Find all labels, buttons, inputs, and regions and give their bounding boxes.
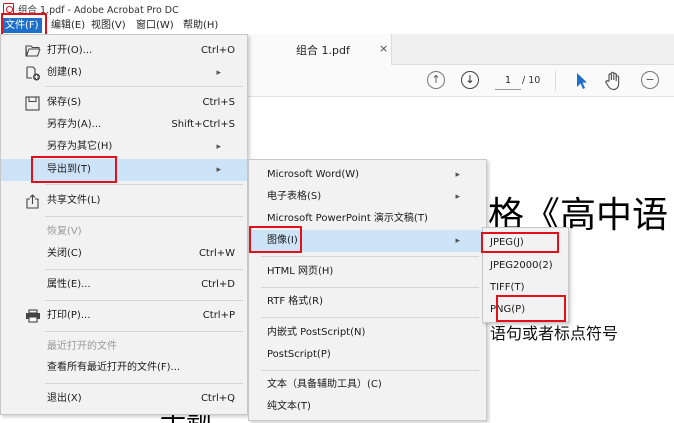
menu-item-export-postscript[interactable]: PostScript(P) bbox=[249, 344, 486, 366]
menu-item-print[interactable]: 打印(P)... Ctrl+P bbox=[1, 305, 247, 327]
menu-separator bbox=[45, 86, 243, 87]
menu-edit[interactable]: 编辑(E) bbox=[48, 18, 88, 33]
menu-separator bbox=[45, 269, 243, 270]
menu-item-share[interactable]: 共享文件(L) bbox=[1, 190, 247, 212]
submenu-arrow-icon: ▸ bbox=[455, 236, 460, 246]
hand-tool-icon[interactable] bbox=[604, 71, 622, 91]
document-tab[interactable]: 组合 1.pdf × bbox=[248, 34, 392, 65]
zoom-out-icon[interactable]: − bbox=[641, 71, 659, 89]
menu-separator bbox=[45, 216, 243, 217]
share-icon bbox=[25, 194, 39, 209]
menu-bar: 文件(F) 编辑(E) 视图(V) 窗口(W) 帮助(H) bbox=[0, 17, 674, 34]
menu-item-export-word[interactable]: Microsoft Word(W) ▸ bbox=[249, 164, 486, 186]
menu-separator bbox=[45, 184, 243, 185]
menu-item-revert: 恢复(V) bbox=[47, 226, 82, 237]
menu-separator bbox=[261, 256, 479, 257]
submenu-arrow-icon: ▸ bbox=[455, 192, 460, 202]
menu-help[interactable]: 帮助(H) bbox=[180, 18, 221, 33]
menu-item-export-accessible-text[interactable]: 文本（具备辅助工具）(C) bbox=[249, 374, 486, 396]
menu-item-recent-files: 最近打开的文件 bbox=[47, 341, 117, 352]
menu-item-properties[interactable]: 属性(E)... Ctrl+D bbox=[1, 274, 247, 296]
menu-separator bbox=[261, 287, 479, 288]
menu-view[interactable]: 视图(V) bbox=[88, 18, 129, 33]
menu-item-export-spreadsheet[interactable]: 电子表格(S) ▸ bbox=[249, 186, 486, 208]
menu-item-exit[interactable]: 退出(X) Ctrl+Q bbox=[1, 388, 247, 410]
menu-separator bbox=[45, 383, 243, 384]
toolbar-divider bbox=[555, 71, 556, 91]
close-tab-icon[interactable]: × bbox=[379, 42, 388, 55]
menu-window[interactable]: 窗口(W) bbox=[133, 18, 177, 33]
file-menu: 打开(O)... Ctrl+O 创建(R) ▸ 保存(S) Ctrl+S 另存为… bbox=[0, 34, 248, 415]
menu-item-save-as-other[interactable]: 另存为其它(H) ▸ bbox=[1, 136, 247, 158]
select-tool-icon[interactable] bbox=[574, 72, 588, 90]
menu-item-export-rtf[interactable]: RTF 格式(R) bbox=[249, 291, 486, 313]
submenu-arrow-icon: ▸ bbox=[455, 170, 460, 180]
menu-item-save-as[interactable]: 另存为(A)... Shift+Ctrl+S bbox=[1, 114, 247, 136]
highlight-jpeg bbox=[481, 232, 559, 253]
menu-item-export-plain-text[interactable]: 纯文本(T) bbox=[249, 396, 486, 418]
submenu-arrow-icon: ▸ bbox=[216, 68, 221, 78]
menu-item-create[interactable]: 创建(R) ▸ bbox=[1, 62, 247, 84]
page-total: / 10 bbox=[522, 75, 541, 86]
create-icon bbox=[25, 66, 40, 81]
menu-item-save[interactable]: 保存(S) Ctrl+S bbox=[1, 92, 247, 114]
menu-separator bbox=[45, 300, 243, 301]
menu-separator bbox=[45, 331, 243, 332]
previous-page-icon[interactable]: ↑ bbox=[427, 71, 445, 89]
open-folder-icon bbox=[25, 44, 41, 58]
menu-item-close[interactable]: 关闭(C) Ctrl+W bbox=[1, 243, 247, 265]
highlight-png bbox=[496, 295, 566, 322]
page-number-input[interactable]: 1 bbox=[495, 72, 521, 90]
menu-item-export-html[interactable]: HTML 网页(H) bbox=[249, 261, 486, 283]
document-text-fragment: 语句或者标点符号 bbox=[490, 324, 619, 343]
menu-item-image-jpeg2000[interactable]: JPEG2000(2) bbox=[483, 255, 568, 277]
print-icon bbox=[25, 309, 40, 323]
menu-separator bbox=[261, 370, 479, 371]
submenu-arrow-icon: ▸ bbox=[216, 165, 221, 175]
menu-item-view-all-recent[interactable]: 查看所有最近打开的文件(F)... bbox=[1, 357, 247, 379]
highlight-export-to bbox=[31, 156, 117, 183]
export-submenu: Microsoft Word(W) ▸ 电子表格(S) ▸ Microsoft … bbox=[248, 159, 487, 421]
next-page-icon[interactable]: ↓ bbox=[461, 71, 479, 89]
document-tab-title: 组合 1.pdf bbox=[296, 44, 350, 57]
highlight-export-image bbox=[249, 226, 302, 253]
title-bar: 组合 1.pdf - Adobe Acrobat Pro DC bbox=[0, 0, 674, 17]
menu-item-open[interactable]: 打开(O)... Ctrl+O bbox=[1, 40, 247, 62]
menu-item-export-eps[interactable]: 内嵌式 PostScript(N) bbox=[249, 322, 486, 344]
menu-separator bbox=[261, 317, 479, 318]
save-icon bbox=[25, 96, 40, 111]
submenu-arrow-icon: ▸ bbox=[216, 142, 221, 152]
